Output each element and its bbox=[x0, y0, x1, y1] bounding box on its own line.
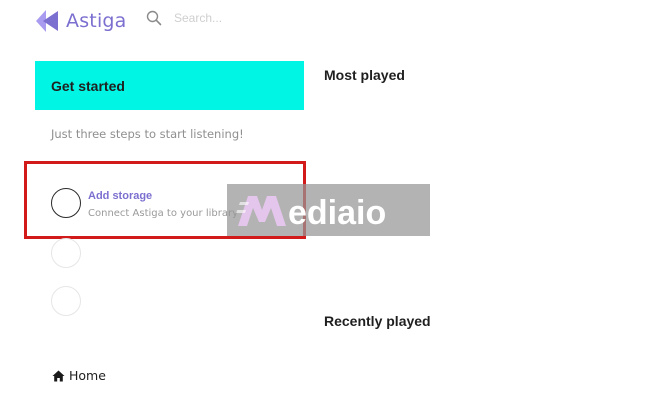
app-name: Astiga bbox=[66, 10, 127, 32]
get-started-title: Get started bbox=[51, 77, 125, 94]
recently-played-heading: Recently played bbox=[324, 313, 431, 329]
step-1-description: Connect Astiga to your library bbox=[88, 208, 238, 219]
watermark: ediaio bbox=[227, 184, 430, 236]
search-icon[interactable] bbox=[146, 10, 162, 26]
watermark-text: ediaio bbox=[288, 194, 386, 232]
watermark-logo: ediaio bbox=[235, 194, 386, 232]
get-started-banner: Get started bbox=[35, 61, 304, 110]
step-3-checkbox[interactable] bbox=[51, 286, 81, 316]
get-started-subtitle: Just three steps to start listening! bbox=[51, 127, 244, 141]
step-2-checkbox[interactable] bbox=[51, 238, 81, 268]
search-input[interactable] bbox=[172, 10, 296, 26]
search-bar[interactable] bbox=[146, 10, 296, 26]
app-logo[interactable]: Astiga bbox=[34, 8, 127, 34]
step-1-title[interactable]: Add storage bbox=[88, 190, 152, 202]
nav-home-label: Home bbox=[69, 368, 106, 383]
astiga-logo-icon bbox=[36, 10, 58, 32]
home-icon bbox=[52, 370, 65, 381]
nav-home[interactable]: Home bbox=[52, 368, 106, 383]
most-played-heading: Most played bbox=[324, 67, 405, 83]
step-1-checkbox[interactable] bbox=[51, 188, 81, 218]
